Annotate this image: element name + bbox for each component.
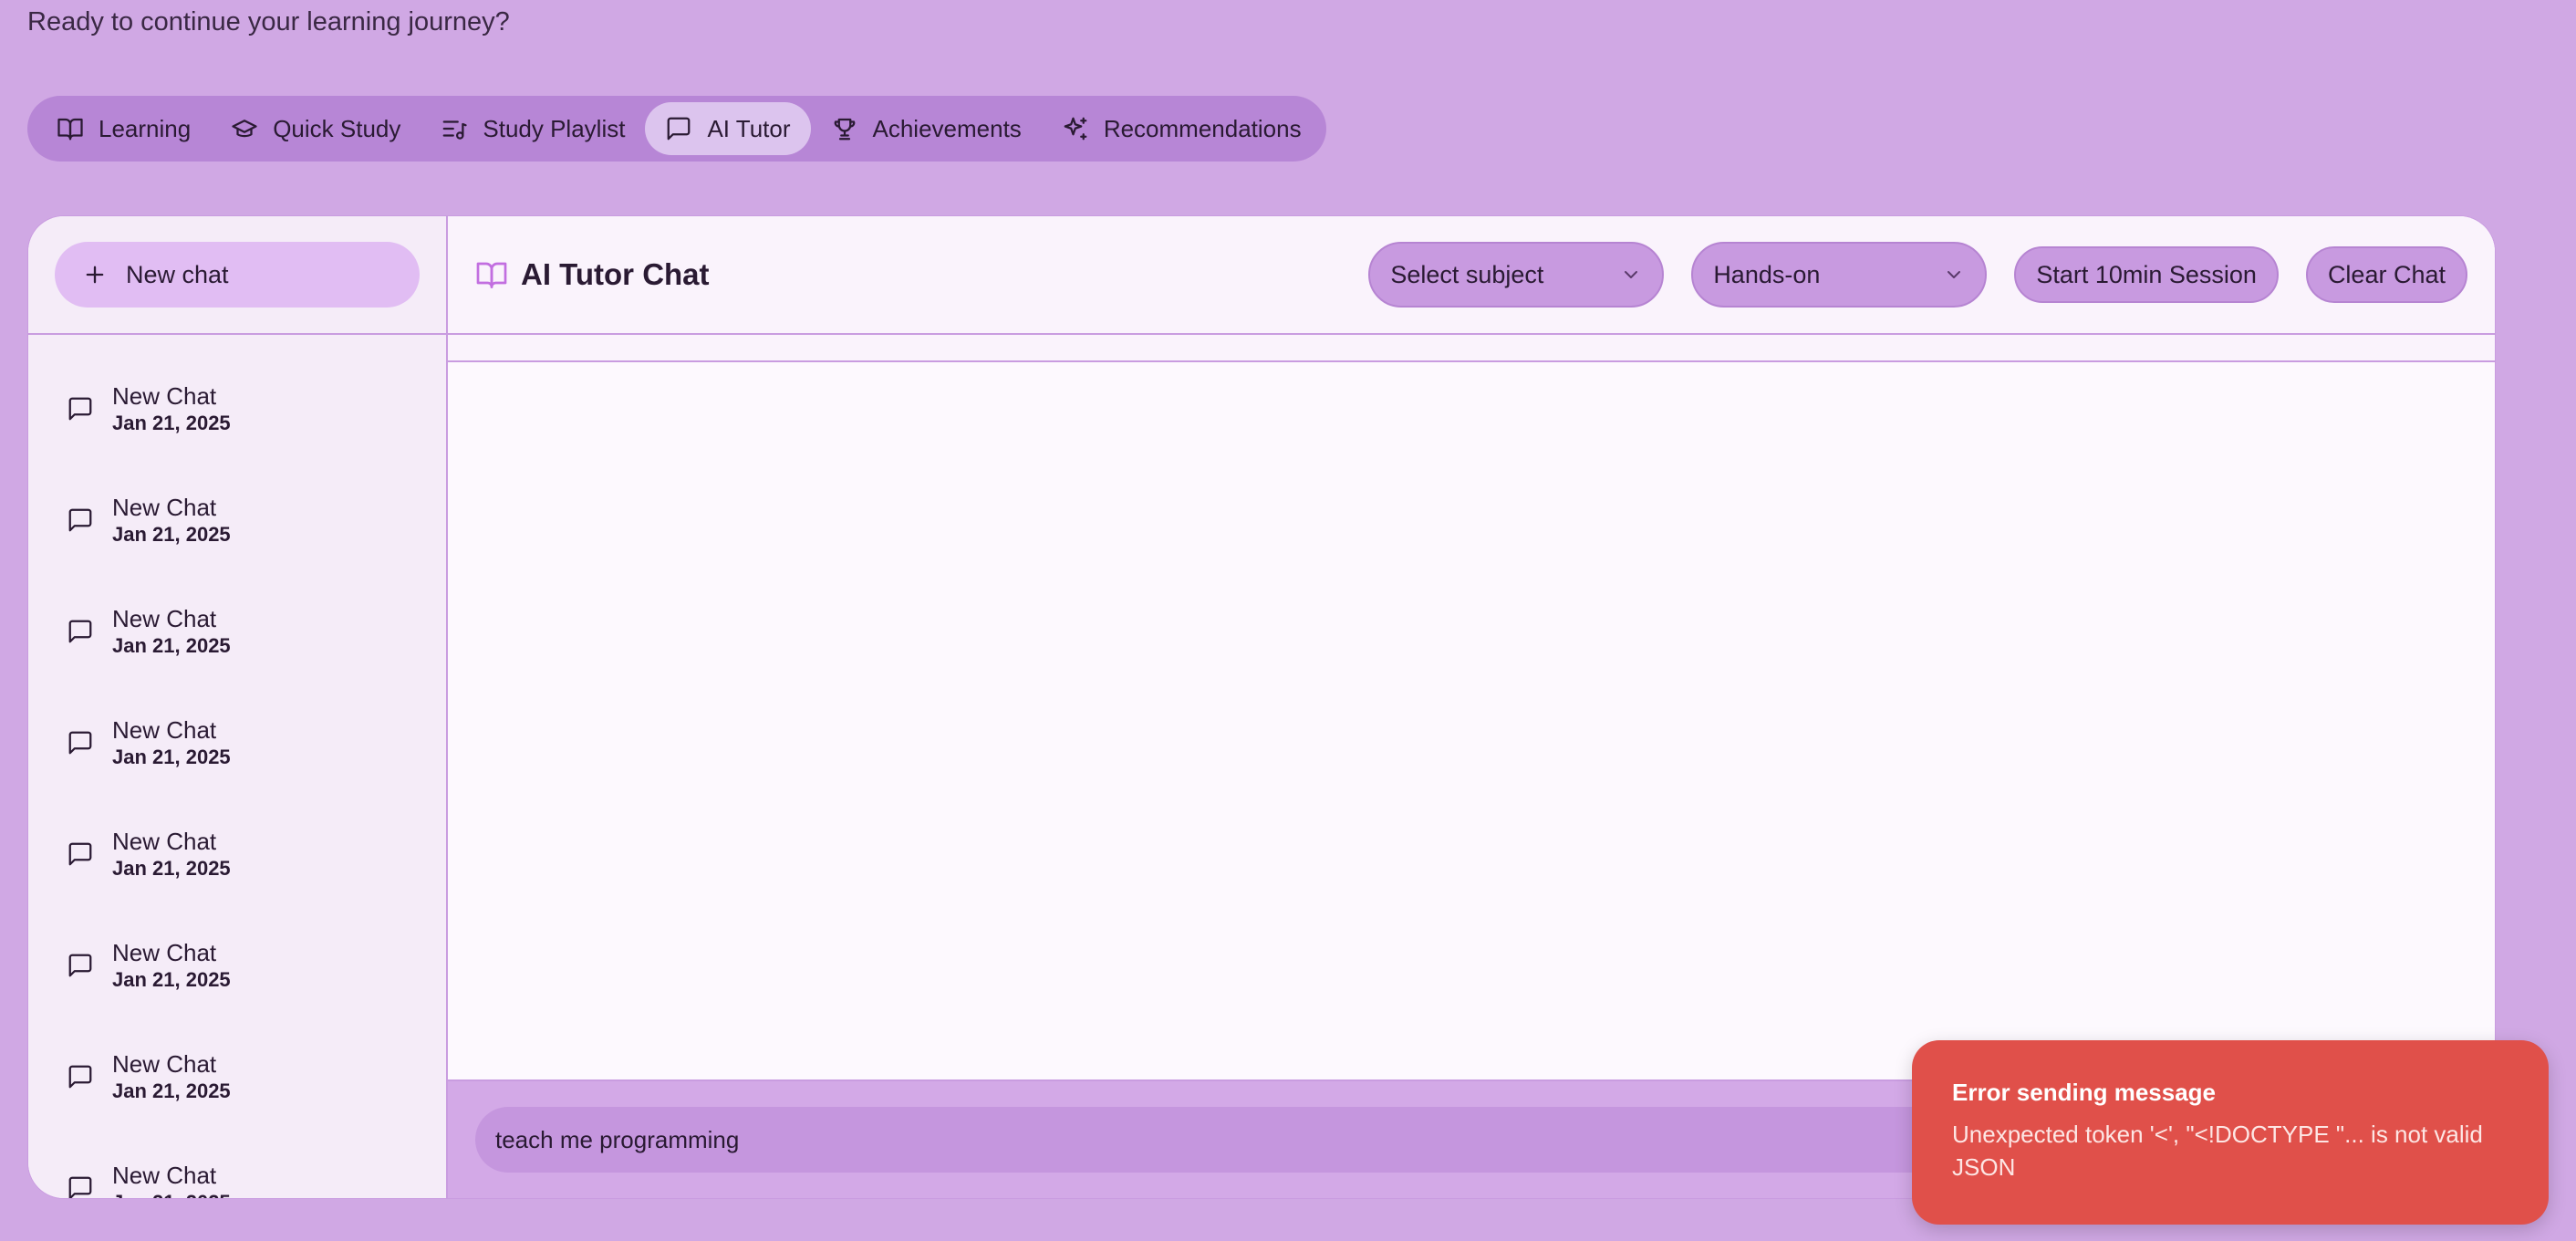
- page-title: AI Tutor Chat: [475, 257, 710, 292]
- message-square-icon: [668, 117, 691, 141]
- tab-label: AI Tutor: [707, 114, 791, 142]
- toast-title: Error sending message: [1952, 1079, 2216, 1106]
- message-square-icon: [68, 842, 92, 866]
- tab-label: Learning: [99, 114, 192, 142]
- plus-icon: [86, 266, 104, 284]
- chat-date: Jan 21, 2025: [112, 634, 231, 657]
- subject-select-value: Select subject: [1390, 260, 1544, 288]
- toast-message: Unexpected token '<', "<!DOCTYPE "... is…: [1952, 1121, 2483, 1181]
- chat-subbar: [448, 335, 2495, 362]
- tab-label: Quick Study: [273, 114, 401, 142]
- sidebar-header: New chat: [28, 216, 446, 335]
- message-square-icon: [68, 954, 92, 977]
- message-square-icon: [68, 731, 92, 755]
- chat-history-item[interactable]: New ChatJan 21, 2025: [28, 910, 446, 1021]
- message-square-icon: [68, 508, 92, 532]
- book-open-icon: [476, 262, 507, 288]
- chat-title: New Chat: [112, 1162, 217, 1189]
- chat-history-item[interactable]: New ChatJan 21, 2025: [28, 687, 446, 798]
- message-square-icon: [68, 397, 92, 421]
- chat-history-item[interactable]: New ChatJan 21, 2025: [28, 576, 446, 687]
- message-square-icon: [68, 620, 92, 643]
- clear-chat-button[interactable]: Clear Chat: [2305, 246, 2467, 303]
- chat-date: Jan 21, 2025: [112, 857, 231, 880]
- chat-history-item[interactable]: New ChatJan 21, 2025: [28, 464, 446, 576]
- chat-history-item[interactable]: New ChatJan 21, 2025: [28, 1132, 446, 1198]
- tab-label: Recommendations: [1103, 114, 1302, 142]
- book-open-icon: [57, 118, 83, 141]
- chat-title: New Chat: [112, 939, 217, 966]
- page-title-text: AI Tutor Chat: [521, 257, 710, 291]
- chat-title: New Chat: [112, 605, 217, 632]
- header-controls: Select subject Hands-on Start 10min Sess…: [1368, 242, 2467, 308]
- tab-study-playlist[interactable]: Study Playlist: [421, 102, 645, 155]
- trophy-icon: [834, 118, 855, 141]
- chat-date: Jan 21, 2025: [112, 968, 231, 991]
- chat-history-list: New Chat Jan 21, 2025 New Chat Jan 21, 202…: [28, 335, 446, 1198]
- tab-achievements[interactable]: Achievements: [811, 102, 1042, 155]
- chat-header: AI Tutor Chat Select subject Hands-on St…: [448, 216, 2495, 335]
- graduation-cap-icon: [232, 120, 257, 138]
- tab-label: Achievements: [872, 114, 1022, 142]
- chat-sidebar: New chat New Chat Jan 21, 2025 New Chat Ja…: [28, 216, 448, 1198]
- tab-learning[interactable]: Learning: [36, 102, 211, 155]
- learning-style-select[interactable]: Hands-on: [1691, 242, 1988, 308]
- chat-title: New Chat: [112, 382, 217, 410]
- learning-style-value: Hands-on: [1713, 260, 1821, 288]
- chat-date: Jan 21, 2025: [112, 523, 231, 546]
- chat-history-item[interactable]: New ChatJan 21, 2025: [28, 353, 446, 464]
- chat-date: Jan 21, 2025: [112, 412, 231, 434]
- message-square-icon: [68, 1065, 92, 1089]
- chat-title: New Chat: [112, 494, 217, 521]
- chevron-down-icon: [1625, 271, 1638, 278]
- message-area: [448, 364, 2495, 1079]
- chat-title: New Chat: [112, 1050, 217, 1078]
- new-chat-button[interactable]: New chat: [55, 242, 420, 308]
- greeting-text: Ready to continue your learning journey?: [27, 7, 510, 36]
- message-square-icon: [68, 1176, 92, 1198]
- tab-ai-tutor[interactable]: AI Tutor: [645, 102, 811, 155]
- tab-recommendations[interactable]: Recommendations: [1042, 102, 1322, 155]
- chat-title: New Chat: [112, 828, 217, 855]
- error-toast: Error sending message Unexpected token '…: [1912, 1040, 2549, 1225]
- subject-select[interactable]: Select subject: [1368, 242, 1665, 308]
- chat-history-item[interactable]: New ChatJan 21, 2025: [28, 798, 446, 910]
- chat-date: Jan 21, 2025: [112, 1079, 231, 1102]
- sparkles-icon: [1064, 117, 1087, 141]
- list-music-icon: [443, 120, 467, 140]
- tab-label: Study Playlist: [483, 114, 626, 142]
- tab-quick-study[interactable]: Quick Study: [211, 102, 421, 155]
- chat-date: Jan 21, 2025: [112, 1190, 231, 1198]
- chevron-down-icon: [1948, 271, 1961, 278]
- chat-date: Jan 21, 2025: [112, 746, 231, 768]
- chat-title: New Chat: [112, 716, 217, 744]
- chat-history-item[interactable]: New ChatJan 21, 2025: [28, 1021, 446, 1132]
- start-session-button[interactable]: Start 10min Session: [2014, 246, 2279, 303]
- main-nav: Learning Quick Study Study Playlist AI T…: [27, 96, 1326, 162]
- new-chat-label: New chat: [126, 260, 229, 288]
